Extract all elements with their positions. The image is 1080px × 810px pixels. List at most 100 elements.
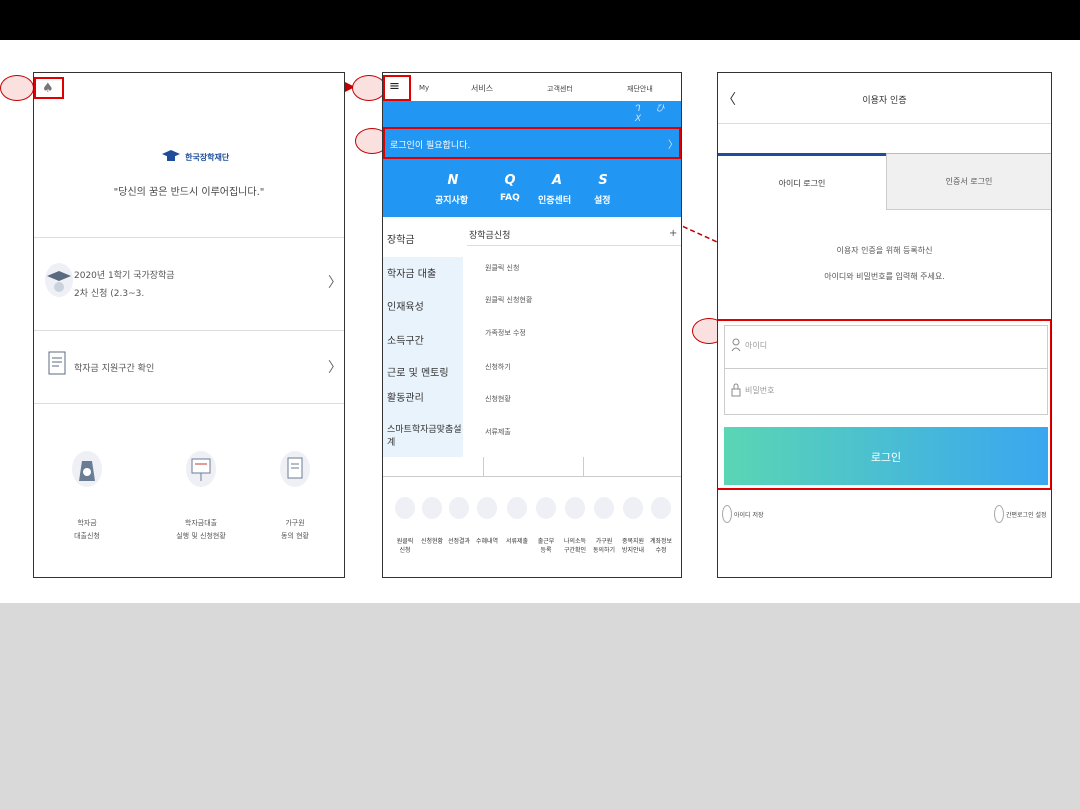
bottom-icon-label: 계좌정보 수정 <box>648 537 674 555</box>
attendance-icon[interactable] <box>536 497 556 519</box>
account-icon[interactable] <box>651 497 671 519</box>
label: 등록 <box>540 547 552 554</box>
label: 신청 <box>399 547 411 554</box>
right-menu-item[interactable]: 서류제출 <box>485 427 511 437</box>
save-id-label: 아이디 저장 <box>734 512 764 519</box>
quick-label-faq[interactable]: FAQ <box>500 193 520 203</box>
left-menu-item[interactable]: 학자금 대출 <box>383 265 463 280</box>
label: 수혜내역 <box>475 538 499 545</box>
quick-label-settings[interactable]: 설정 <box>594 193 611 206</box>
logo-text: 한국장학재단 <box>185 153 230 162</box>
chevron-right-icon: 〉 <box>328 275 342 291</box>
divider <box>718 123 1051 124</box>
quick-letter[interactable]: A <box>543 173 571 188</box>
hamburger-icon[interactable]: ≡ <box>389 79 400 94</box>
tab-label: 인증서 로그인 <box>945 177 993 186</box>
chevron-right-icon: 〉 <box>668 140 678 151</box>
bottom-label: 학자금대출 <box>184 519 218 527</box>
right-menu-item[interactable]: 신청현황 <box>485 394 511 404</box>
phone-menu-screen: ≡ My 서비스 고객센터 재단안내 ᒉ ひ X 로그인이 필요합니다. 〉 N… <box>382 72 682 578</box>
income-search-icon[interactable] <box>565 497 585 519</box>
divider <box>467 245 681 246</box>
save-id-checkbox[interactable] <box>722 505 732 523</box>
scholarship-notice-row[interactable]: 2020년 1학기 국가장학금 2차 신청 (2.3~3. 〉 <box>34 238 344 330</box>
left-menu-item[interactable]: 스마트학자금맞춤설계 <box>383 422 469 448</box>
id-field[interactable]: 아이디 <box>724 325 1048 369</box>
income-bracket-row[interactable]: 학자금 지원구간 확인 〉 <box>34 331 344 403</box>
chevron-right-icon: 〉 <box>328 360 342 376</box>
right-menu-item[interactable]: 원클릭 신청 <box>485 263 519 273</box>
loan-bag-icon[interactable] <box>72 451 102 487</box>
lock-icon <box>731 383 741 397</box>
bottom-icon-label: 서류제출 <box>504 537 530 546</box>
bottom-icon-label: 출근부 등록 <box>533 537 559 555</box>
drawer-icons: ᒉ ひ X <box>635 104 671 124</box>
left-menu-item[interactable]: 활동관리 <box>383 389 463 404</box>
tab-label: 아이디 로그인 <box>778 179 826 188</box>
login-prompt-row[interactable]: 로그인이 필요합니다. 〉 <box>383 127 681 159</box>
tab-strip <box>383 457 681 477</box>
callout-circle-2 <box>352 75 386 101</box>
divider <box>34 403 344 404</box>
desc-line2: 아이디와 비밀번호를 입력해 주세요. <box>824 272 945 281</box>
nav-service[interactable]: 서비스 <box>471 83 493 94</box>
oneclick-icon[interactable] <box>395 497 415 519</box>
income-row-label: 학자금 지원구간 확인 <box>74 364 155 374</box>
phone-login-screen: 〈 이용자 인증 아이디 로그인 인증서 로그인 이용자 인증을 위해 등록하신… <box>717 72 1052 578</box>
login-button-label: 로그인 <box>870 451 902 464</box>
quick-label-cert[interactable]: 인증센터 <box>538 193 571 206</box>
notice-line2: 2차 신청 (2.3~3. <box>74 289 145 299</box>
slide-footer-area <box>0 603 1080 810</box>
graduation-cap-icon <box>162 149 180 161</box>
submit-docs-icon[interactable] <box>507 497 527 519</box>
left-menu-item[interactable]: 소득구간 <box>383 332 463 347</box>
tab-id-login[interactable]: 아이디 로그인 <box>718 156 886 210</box>
result-icon[interactable] <box>449 497 469 519</box>
nav-foundation[interactable]: 재단안내 <box>627 84 653 94</box>
right-menu-item[interactable]: 신청하기 <box>485 362 511 372</box>
login-prompt-text: 로그인이 필요합니다. <box>390 141 471 151</box>
password-field[interactable]: 비밀번호 <box>724 369 1048 415</box>
bottom-icon-label: 중복지원 방지안내 <box>620 537 646 555</box>
household-consent-label[interactable]: 가구원 동의 현황 <box>270 517 320 543</box>
callout-circle-1 <box>0 75 34 101</box>
foundation-logo: 한국장학재단 <box>162 145 252 164</box>
loan-apply-label[interactable]: 학자금 대출신청 <box>59 517 115 543</box>
nav-support[interactable]: 고객센터 <box>547 84 573 94</box>
quick-notice[interactable]: N <box>439 173 467 188</box>
quick-letter[interactable]: S <box>589 173 617 188</box>
household-icon[interactable] <box>594 497 614 519</box>
password-placeholder: 비밀번호 <box>745 386 775 395</box>
duplicate-icon[interactable] <box>623 497 643 519</box>
label: 원클릭 <box>396 538 414 545</box>
nav-my[interactable]: My <box>419 84 429 92</box>
bottom-label: 실행 및 신청현황 <box>176 532 226 540</box>
status-icon[interactable] <box>422 497 442 519</box>
household-doc-icon[interactable] <box>280 451 310 487</box>
bottom-icon-label: 수혜내역 <box>474 537 500 546</box>
simple-login-checkbox[interactable] <box>994 505 1004 523</box>
left-menu-item[interactable]: 장학금 <box>383 231 463 246</box>
bottom-label: 학자금 <box>77 519 97 527</box>
login-button[interactable]: 로그인 <box>724 427 1048 485</box>
student-icon <box>45 263 73 297</box>
left-menu-item[interactable]: 인재육성 <box>383 298 463 313</box>
tab-cert-login[interactable]: 인증서 로그인 <box>886 154 1051 210</box>
plus-icon[interactable]: + <box>669 228 677 239</box>
benefit-icon[interactable] <box>477 497 497 519</box>
loan-status-label[interactable]: 학자금대출 실행 및 신청현황 <box>161 517 241 543</box>
label: 신청현황 <box>420 538 444 545</box>
person-icon <box>731 338 741 352</box>
label: 방지안내 <box>621 547 645 554</box>
label: 선정결과 <box>447 538 471 545</box>
bottom-icon-label: 선정결과 <box>446 537 472 546</box>
menu-icon[interactable]: ♠ <box>42 81 54 96</box>
quick-label-notice[interactable]: 공지사항 <box>435 193 483 206</box>
presentation-icon[interactable] <box>186 451 216 487</box>
desc-line1: 이용자 인증을 위해 등록하신 <box>836 246 933 255</box>
quick-letter[interactable]: Q <box>496 173 524 188</box>
right-menu-item[interactable]: 원클릭 신청현황 <box>485 295 532 305</box>
left-menu-item[interactable]: 근로 및 멘토링 <box>383 364 463 379</box>
label: 서류제출 <box>505 538 529 545</box>
right-menu-item[interactable]: 가족정보 수정 <box>485 328 526 338</box>
